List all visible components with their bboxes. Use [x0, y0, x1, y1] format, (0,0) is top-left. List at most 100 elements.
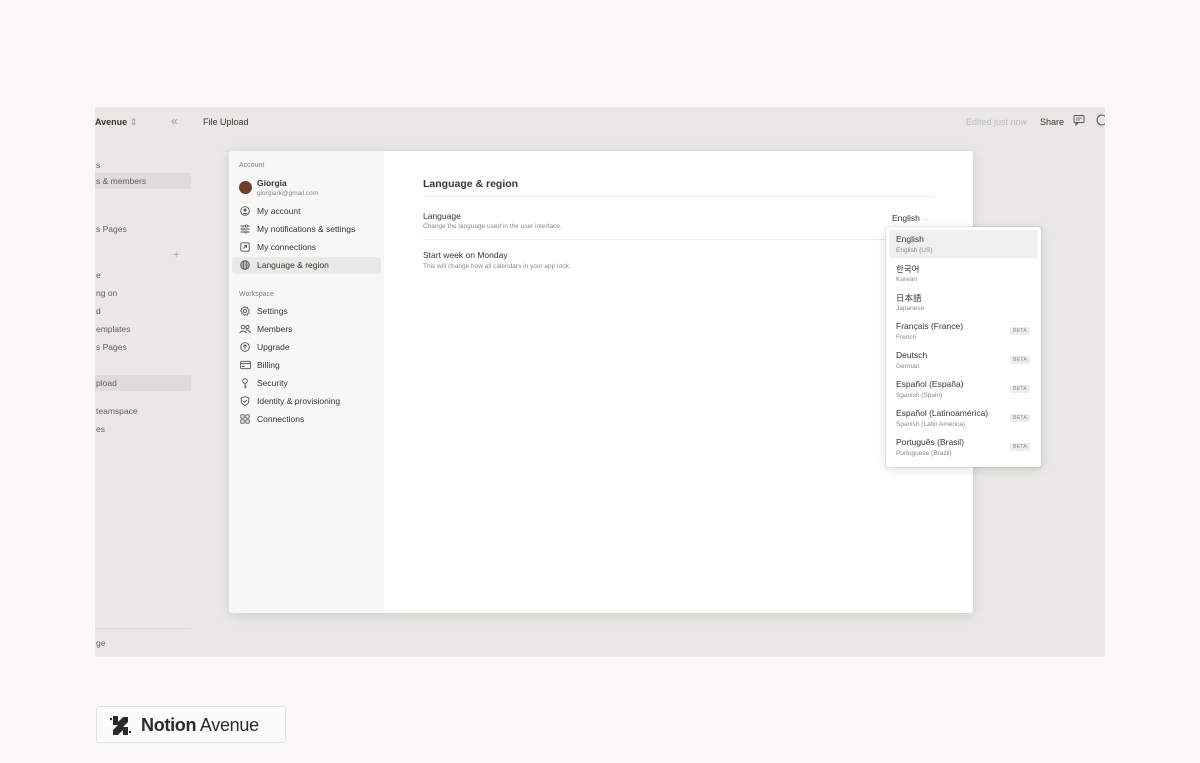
collapse-sidebar-icon[interactable]: « [171, 114, 178, 128]
workspace-switcher[interactable]: Avenue ⇕ [95, 117, 137, 128]
shield-icon [239, 393, 251, 412]
workspace-name: Avenue [95, 117, 128, 127]
option-name: 日本語 [896, 293, 922, 303]
language-description: Change the language used in the user int… [423, 223, 562, 230]
nav-label: Connections [257, 414, 305, 424]
comment-icon[interactable] [1073, 114, 1085, 129]
bg-sidebar-item: emplates [96, 324, 131, 334]
option-name: 한국어 [896, 264, 920, 274]
settings-modal: Account Giorgia giorgiark@gmail.com My a… [229, 151, 973, 613]
bg-sidebar-item: s Pages [96, 224, 127, 234]
account-section-label: Account [239, 162, 265, 169]
settings-nav-connections[interactable]: Connections [232, 411, 381, 428]
clock-icon[interactable] [1096, 114, 1105, 129]
bg-sidebar-item: d [96, 306, 101, 316]
sidebar-divider [95, 628, 191, 629]
language-label: Language [423, 211, 461, 221]
nav-label: Members [257, 324, 293, 334]
bg-sidebar-item: s [96, 160, 101, 170]
language-option[interactable]: Español (Latinoamérica) Spanish (Latin A… [889, 404, 1038, 432]
settings-nav-billing[interactable]: Billing [232, 357, 381, 374]
notion-avenue-logo: Notion Avenue [96, 706, 286, 743]
option-subtitle: Portuguese (Brazil) [896, 450, 952, 457]
nav-label: Identity & provisioning [257, 396, 341, 406]
external-link-icon [239, 239, 251, 258]
settings-nav-my-connections[interactable]: My connections [232, 239, 381, 256]
settings-content: Language & region Language Change the la… [384, 151, 973, 613]
users-icon [239, 321, 251, 340]
language-option[interactable]: 日本語 Japanese [889, 288, 1038, 316]
language-option[interactable]: Français (France) French BETA [889, 317, 1038, 345]
user-circle-icon [239, 203, 251, 222]
topbar: Avenue ⇕ « File Upload Edited just now S… [95, 107, 1105, 135]
settings-nav-notifications[interactable]: My notifications & settings [232, 221, 381, 238]
option-name: Español (España) [896, 379, 964, 389]
workspace-section-label: Workspace [239, 291, 274, 298]
bg-sidebar-item: e [96, 270, 101, 280]
chevron-updown-icon: ⇕ [129, 117, 138, 127]
option-subtitle: Korean [896, 276, 917, 283]
background-sidebar: s s & members s Pages + e ng on d emplat… [95, 135, 191, 657]
nav-label: Security [257, 378, 288, 388]
key-icon [239, 375, 251, 395]
bg-sidebar-item: es [96, 424, 105, 434]
start-week-label: Start week on Monday [423, 250, 508, 260]
nav-label: Language & region [257, 260, 329, 270]
bg-sidebar-item: s Pages [96, 342, 127, 352]
user-profile: Giorgia giorgiark@gmail.com [239, 178, 379, 200]
beta-badge: BETA [1010, 356, 1030, 364]
settings-nav-language-region[interactable]: Language & region [232, 257, 381, 274]
avatar [239, 181, 252, 194]
language-select-value: English [892, 213, 920, 223]
credit-card-icon [239, 357, 251, 376]
option-name: Français (France) [896, 321, 964, 331]
divider [423, 196, 934, 197]
share-button[interactable]: Share [1040, 117, 1064, 127]
settings-nav-settings[interactable]: Settings [232, 303, 381, 320]
user-name: Giorgia [257, 178, 287, 188]
gear-icon [239, 303, 251, 322]
language-option[interactable]: Português (Brasil) Portuguese (Brazil) B… [889, 433, 1038, 461]
option-subtitle: French [896, 334, 917, 341]
language-option[interactable]: 한국어 Korean [889, 259, 1038, 287]
globe-icon [239, 257, 251, 276]
grid-icon [239, 411, 251, 430]
bg-sidebar-item: ge [96, 638, 106, 648]
option-subtitle: Japanese [896, 305, 925, 312]
settings-nav-upgrade[interactable]: Upgrade [232, 339, 381, 356]
breadcrumb[interactable]: File Upload [203, 117, 249, 127]
language-option[interactable]: Deutsch German BETA [889, 346, 1038, 374]
bg-sidebar-item: s & members [95, 173, 191, 189]
sliders-icon [239, 221, 251, 240]
language-option[interactable]: Español (España) Spanish (Spain) BETA [889, 375, 1038, 403]
plus-icon: + [173, 249, 180, 261]
language-dropdown: English English (US) 한국어 Korean 日本語 Japa… [886, 227, 1041, 467]
nav-label: My notifications & settings [257, 224, 356, 234]
beta-badge: BETA [1010, 385, 1030, 393]
start-week-description: This will change how all calendars in yo… [423, 263, 571, 270]
divider [423, 239, 934, 240]
settings-nav-members[interactable]: Members [232, 321, 381, 338]
option-subtitle: Spanish (Spain) [896, 392, 943, 399]
language-select[interactable]: English ⌵ [892, 213, 928, 224]
user-email: giorgiark@gmail.com [257, 190, 319, 197]
option-name: Português (Brasil) [896, 437, 965, 447]
option-name: Deutsch [896, 350, 928, 360]
nav-label: Upgrade [257, 342, 290, 352]
nav-label: Billing [257, 360, 280, 370]
nav-label: My connections [257, 242, 317, 252]
settings-nav-security[interactable]: Security [232, 375, 381, 392]
bg-sidebar-item: pload [95, 375, 191, 391]
upgrade-icon [239, 339, 251, 358]
beta-badge: BETA [1010, 443, 1030, 451]
logo-text: Notion Avenue [141, 715, 259, 736]
logo-text-bold: Notion [141, 715, 197, 735]
option-subtitle: German [896, 363, 920, 370]
logo-text-regular: Avenue [196, 715, 259, 735]
language-option[interactable]: English English (US) [889, 230, 1038, 258]
page-title: Language & region [423, 178, 519, 190]
option-subtitle: English (US) [896, 247, 933, 254]
option-name: Español (Latinoamérica) [896, 408, 989, 418]
settings-nav-my-account[interactable]: My account [232, 203, 381, 220]
settings-nav-identity[interactable]: Identity & provisioning [232, 393, 381, 410]
